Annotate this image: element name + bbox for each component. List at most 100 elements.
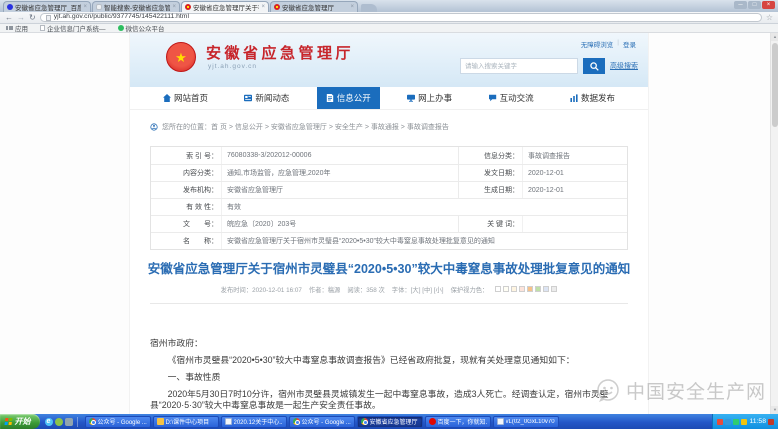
tray-icon[interactable] xyxy=(717,419,723,425)
start-button[interactable]: 开始 xyxy=(0,414,40,429)
article-meta: 发布时间：2020-12-01 16:07 作者：稿源 阅读：358 次 字体：… xyxy=(130,285,648,294)
tab-close-icon[interactable]: × xyxy=(172,4,176,10)
browser-tab-1[interactable]: 安徽省应急管理厅_百度搜 × xyxy=(3,1,91,12)
page-favicon-icon xyxy=(96,4,102,10)
maximize-icon[interactable]: □ xyxy=(748,1,761,9)
task-button-4[interactable]: 公众号 - Google ... xyxy=(289,416,355,428)
tray-icon[interactable] xyxy=(725,419,731,425)
login-link[interactable]: 登录 xyxy=(623,39,636,49)
task-button-2[interactable]: D:\课件中心项目 xyxy=(153,416,219,428)
color-swatch[interactable] xyxy=(551,286,557,292)
breadcrumb[interactable]: 您所在的位置：首 页 > 信息公开 > 安徽省应急管理厅 > 安全生产 > 事故… xyxy=(150,122,628,132)
nav-item-online-services[interactable]: 网上办事 xyxy=(398,87,461,109)
chrome-icon xyxy=(361,418,368,425)
chrome-icon xyxy=(293,418,300,425)
address-bar[interactable]: yjt.ah.gov.cn/public/9377745/145422111.h… xyxy=(40,13,762,22)
field-value: 2020-12-01 xyxy=(522,182,627,198)
windows-flag-icon xyxy=(5,418,12,425)
document-icon xyxy=(497,418,504,425)
browser-tab-3-active[interactable]: 安徽省应急管理厅关于宿 × xyxy=(181,1,269,12)
tab-close-icon[interactable]: × xyxy=(350,4,354,10)
nav-item-home[interactable]: 网站首页 xyxy=(154,87,217,109)
color-swatch[interactable] xyxy=(503,286,509,292)
field-label: 信息分类： xyxy=(458,147,522,164)
field-value: 安徽省应急管理厅关于宿州市灵璧县“2020•5•30”较大中毒窒息事故处理批复意… xyxy=(221,233,627,249)
color-swatch[interactable] xyxy=(527,286,533,292)
close-icon[interactable]: × xyxy=(762,1,775,9)
monitor-icon xyxy=(407,94,415,102)
tab-title: 安徽省应急管理厅 xyxy=(282,2,348,12)
field-label: 文 号： xyxy=(151,216,221,232)
refresh-icon[interactable]: ↻ xyxy=(29,14,36,22)
search-button[interactable] xyxy=(583,58,605,74)
apps-shortcut[interactable]: 应用 xyxy=(6,23,28,33)
quick-launch-icon[interactable] xyxy=(55,418,63,426)
task-button-3[interactable]: 2020.12关于中心... xyxy=(221,416,287,428)
screen: 安徽省应急管理厅_百度搜 × 智能搜索-安徽省应急管理 × 安徽省应急管理厅关于… xyxy=(0,0,778,429)
nav-item-interaction[interactable]: 互动交流 xyxy=(480,87,543,109)
divider xyxy=(77,417,78,427)
folder-icon xyxy=(157,418,164,425)
color-swatch[interactable] xyxy=(519,286,525,292)
field-label: 有 效 性： xyxy=(151,199,221,215)
baidu-icon xyxy=(429,418,436,425)
tab-close-icon[interactable]: × xyxy=(83,4,87,10)
tray-clock[interactable]: 11:58 xyxy=(749,418,766,425)
tray-icon[interactable] xyxy=(733,419,739,425)
color-swatch[interactable] xyxy=(535,286,541,292)
task-button-7[interactable]: vL(02_0GxL10v70... xyxy=(493,416,559,428)
show-desktop-icon[interactable] xyxy=(65,418,73,426)
forward-icon[interactable]: → xyxy=(17,14,25,22)
bookmark-item-wechat[interactable]: 微信公众平台 xyxy=(118,23,165,33)
document-icon xyxy=(225,418,232,425)
task-buttons: 公众号 - Google ... D:\课件中心项目 2020.12关于中心..… xyxy=(85,416,713,428)
back-icon[interactable]: ← xyxy=(5,14,13,22)
scroll-up-icon[interactable]: ▲ xyxy=(771,33,778,41)
browser-tab-4[interactable]: 安徽省应急管理厅 × xyxy=(270,1,358,12)
tray-icon[interactable] xyxy=(768,419,774,425)
nav-item-news[interactable]: 新闻动态 xyxy=(235,87,298,109)
emblem-favicon-icon xyxy=(185,4,191,10)
tab-title: 智能搜索-安徽省应急管理 xyxy=(104,2,170,12)
field-label: 生成日期： xyxy=(458,182,522,198)
site-search: 高级搜索 xyxy=(460,58,638,74)
advanced-search-link[interactable]: 高级搜索 xyxy=(610,61,638,71)
bookmark-label: 微信公众平台 xyxy=(126,23,165,33)
baidu-favicon-icon xyxy=(7,4,13,10)
bookmark-star-icon[interactable]: ☆ xyxy=(766,14,773,22)
task-button-1[interactable]: 公众号 - Google ... xyxy=(85,416,151,428)
tab-close-icon[interactable]: × xyxy=(261,4,265,10)
color-swatch[interactable] xyxy=(511,286,517,292)
color-swatch[interactable] xyxy=(543,286,549,292)
page-content-column: ★ 安徽省应急管理厅 yjt.ah.gov.cn 无障碍浏览 | 登录 高级搜索 xyxy=(129,33,649,414)
browser-tab-2[interactable]: 智能搜索-安徽省应急管理 × xyxy=(92,1,180,12)
link-separator: | xyxy=(617,39,619,49)
ie-icon[interactable]: e xyxy=(45,418,53,426)
start-label: 开始 xyxy=(15,416,31,427)
page-scrollbar[interactable]: ▲ ▼ xyxy=(770,33,778,414)
table-row: 名 称： 安徽省应急管理厅关于宿州市灵璧县“2020•5•30”较大中毒窒息事故… xyxy=(151,232,627,249)
tab-title: 安徽省应急管理厅_百度搜 xyxy=(15,2,81,12)
table-row: 索 引 号： 76080338-3/202012-00006 信息分类： 事故调… xyxy=(151,147,627,164)
minimize-icon[interactable]: ─ xyxy=(734,1,747,9)
color-swatch[interactable] xyxy=(495,286,501,292)
task-button-5-active[interactable]: 安徽省应急管理厅 xyxy=(357,416,423,428)
site-header-band: ★ 安徽省应急管理厅 yjt.ah.gov.cn 无障碍浏览 | 登录 高级搜索 xyxy=(130,33,648,87)
page-viewport: ★ 安徽省应急管理厅 yjt.ah.gov.cn 无障碍浏览 | 登录 高级搜索 xyxy=(0,33,778,414)
accessibility-link[interactable]: 无障碍浏览 xyxy=(581,39,614,49)
tab-title: 安徽省应急管理厅关于宿 xyxy=(193,2,259,12)
bookmark-item-portal[interactable]: 企业信息门户系统— xyxy=(40,23,106,33)
nav-item-data[interactable]: 数据发布 xyxy=(561,87,624,109)
font-size-switch[interactable]: 字体：[大] [中] [小] xyxy=(392,285,444,294)
search-input[interactable] xyxy=(460,58,578,74)
bar-chart-icon xyxy=(570,94,578,102)
tray-icon[interactable] xyxy=(741,419,747,425)
new-tab-button[interactable] xyxy=(361,4,377,12)
scrollbar-thumb[interactable] xyxy=(772,43,778,127)
field-label: 名 称： xyxy=(151,233,221,249)
nav-item-info-disclosure-active[interactable]: 信息公开 xyxy=(317,87,380,109)
task-button-6[interactable]: 百度一下，你就知... xyxy=(425,416,491,428)
article-body: 宿州市政府： 《宿州市灵璧县“2020•5•30”较大中毒窒息事故调查报告》已经… xyxy=(150,304,628,414)
emblem-favicon-icon xyxy=(274,4,280,10)
scroll-down-icon[interactable]: ▼ xyxy=(771,406,778,414)
